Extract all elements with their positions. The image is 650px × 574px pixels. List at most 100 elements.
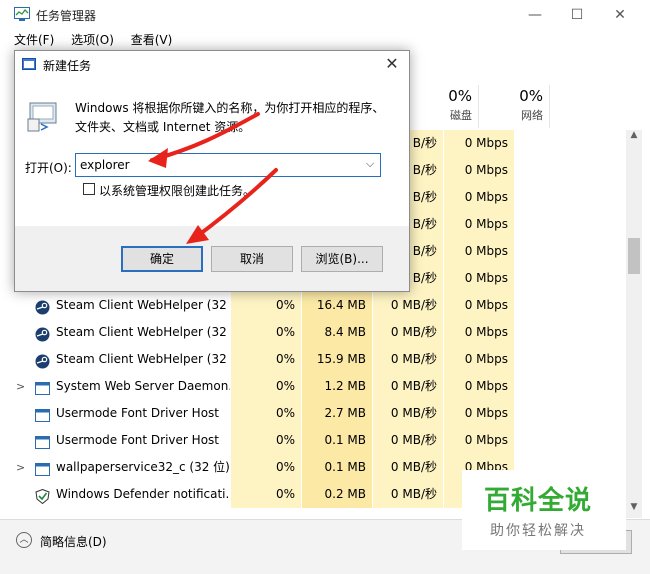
browse-button[interactable]: 浏览(B)...	[301, 246, 383, 272]
cpu-cell: 0%	[231, 481, 301, 508]
process-name-cell: > wallpaperservice32_c (32 位)	[8, 454, 230, 481]
process-name-cell: Windows Defender notificati...	[8, 481, 230, 508]
network-cell: 0 Mbps	[444, 292, 514, 319]
memory-cell: 8.4 MB	[302, 319, 372, 346]
disk-percent: 0%	[448, 87, 472, 105]
steam-process-icon	[35, 352, 50, 369]
process-name-cell: Usermode Font Driver Host	[8, 400, 230, 427]
disk-cell: 0 MB/秒	[373, 346, 443, 373]
memory-cell: 0.1 MB	[302, 427, 372, 454]
open-combobox[interactable]: explorer ⌵	[75, 153, 381, 177]
column-headers: 0% 磁盘 0% 网络	[408, 85, 636, 128]
menu-options[interactable]: 选项(O)	[71, 33, 114, 47]
title-bar: 任务管理器 — ☐ ✕	[0, 0, 650, 30]
dialog-title-bar: 新建任务 ✕	[15, 51, 409, 78]
disk-cell: 0 MB/秒	[373, 373, 443, 400]
disk-label: 磁盘	[450, 109, 472, 122]
process-name-cell: Usermode Font Driver Host	[8, 427, 230, 454]
steam-process-icon	[35, 298, 50, 315]
window-process-icon	[35, 433, 50, 449]
menu-file[interactable]: 文件(F)	[14, 33, 54, 47]
dialog-title: 新建任务	[43, 59, 92, 73]
scroll-down-icon[interactable]: ▼	[626, 502, 642, 518]
close-window-button[interactable]: ✕	[605, 4, 635, 26]
cpu-cell: 0%	[231, 427, 301, 454]
column-header-network[interactable]: 0% 网络	[479, 85, 550, 128]
cpu-cell: 0%	[231, 346, 301, 373]
shield-process-icon	[35, 487, 50, 505]
disk-cell: 0 MB/秒	[373, 481, 443, 508]
window-title: 任务管理器	[36, 9, 97, 23]
menu-view[interactable]: 查看(V)	[131, 33, 173, 47]
fewer-details-link[interactable]: 简略信息(D)	[40, 533, 107, 550]
steam-process-icon	[35, 325, 50, 342]
process-name: System Web Server Daemon...	[56, 379, 230, 393]
minimize-button[interactable]: —	[520, 4, 550, 26]
dialog-button-area: 确定 取消 浏览(B)...	[15, 226, 409, 291]
network-cell: 0 Mbps	[444, 427, 514, 454]
chevron-down-icon[interactable]: ⌵	[362, 157, 378, 173]
expand-chevron-icon[interactable]: >	[16, 373, 26, 400]
memory-cell: 0.2 MB	[302, 481, 372, 508]
network-cell: 0 Mbps	[444, 211, 514, 238]
network-cell: 0 Mbps	[444, 319, 514, 346]
disk-cell: 0 MB/秒	[373, 319, 443, 346]
process-name: Steam Client WebHelper (32 ...	[56, 352, 230, 366]
cancel-button[interactable]: 取消	[211, 246, 293, 272]
scroll-up-icon[interactable]: ▲	[626, 130, 642, 146]
disk-cell: 0 MB/秒	[373, 427, 443, 454]
network-cell: 0 Mbps	[444, 346, 514, 373]
window-process-icon	[35, 406, 50, 422]
table-row[interactable]: Usermode Font Driver Host 0% 0.1 MB 0 MB/秒 0…	[8, 427, 626, 454]
process-name-cell: Steam Client WebHelper (32 ...	[8, 346, 230, 373]
admin-checkbox[interactable]	[83, 183, 95, 195]
watermark-subtitle: 助你轻松解决	[490, 523, 586, 539]
network-cell: 0 Mbps	[444, 238, 514, 265]
dialog-description: Windows 将根据你所键入的名称，为你打开相应的程序、文件夹、文档或 Int…	[75, 101, 385, 134]
open-input-value[interactable]: explorer	[80, 158, 130, 172]
table-row[interactable]: Steam Client WebHelper (32 ... 0% 16.4 MB 0…	[8, 292, 626, 319]
column-header-disk[interactable]: 0% 磁盘	[408, 85, 479, 128]
expand-chevron-icon[interactable]: >	[16, 454, 26, 481]
memory-cell: 2.7 MB	[302, 400, 372, 427]
cpu-cell: 0%	[231, 373, 301, 400]
network-cell: 0 Mbps	[444, 184, 514, 211]
network-percent: 0%	[519, 87, 543, 105]
cpu-cell: 0%	[231, 292, 301, 319]
cpu-cell: 0%	[231, 400, 301, 427]
memory-cell: 16.4 MB	[302, 292, 372, 319]
dialog-close-button[interactable]: ✕	[381, 53, 403, 75]
process-name: Usermode Font Driver Host	[56, 406, 219, 420]
table-row[interactable]: Steam Client WebHelper (32 ... 0% 8.4 MB 0 …	[8, 319, 626, 346]
memory-cell: 0.1 MB	[302, 454, 372, 481]
table-row[interactable]: Usermode Font Driver Host 0% 2.7 MB 0 MB/秒 0…	[8, 400, 626, 427]
process-name-cell: Steam Client WebHelper (32 ...	[8, 292, 230, 319]
memory-cell: 15.9 MB	[302, 346, 372, 373]
disk-cell: 0 MB/秒	[373, 292, 443, 319]
network-label: 网络	[521, 109, 543, 122]
maximize-button[interactable]: ☐	[562, 4, 592, 26]
menu-bar: 文件(F) 选项(O) 查看(V)	[14, 31, 185, 49]
run-icon	[22, 58, 36, 70]
chevron-up-icon[interactable]: ︿	[16, 532, 32, 548]
watermark-logo: 百科全说 助你轻松解决	[462, 470, 626, 550]
disk-cell: 0 MB/秒	[373, 400, 443, 427]
run-program-icon	[27, 102, 57, 132]
scrollbar-thumb[interactable]	[628, 238, 640, 274]
table-row[interactable]: Steam Client WebHelper (32 ... 0% 15.9 MB 0…	[8, 346, 626, 373]
vertical-scrollbar[interactable]: ▲ ▼	[626, 130, 642, 518]
process-name: wallpaperservice32_c (32 位)	[56, 460, 230, 474]
window-process-icon	[35, 460, 50, 476]
process-name: Steam Client WebHelper (32 ...	[56, 325, 230, 339]
network-cell: 0 Mbps	[444, 265, 514, 292]
memory-cell: 1.2 MB	[302, 373, 372, 400]
process-name: Usermode Font Driver Host	[56, 433, 219, 447]
ok-button[interactable]: 确定	[121, 246, 203, 272]
admin-checkbox-label[interactable]: 以系统管理权限创建此任务。	[99, 182, 255, 199]
table-row[interactable]: > System Web Server Daemon... 0% 1.2 MB 0 MB…	[8, 373, 626, 400]
window-process-icon	[35, 379, 50, 395]
network-cell: 0 Mbps	[444, 373, 514, 400]
process-name: Windows Defender notificati...	[56, 487, 230, 501]
network-cell: 0 Mbps	[444, 130, 514, 157]
disk-cell: 0 MB/秒	[373, 454, 443, 481]
